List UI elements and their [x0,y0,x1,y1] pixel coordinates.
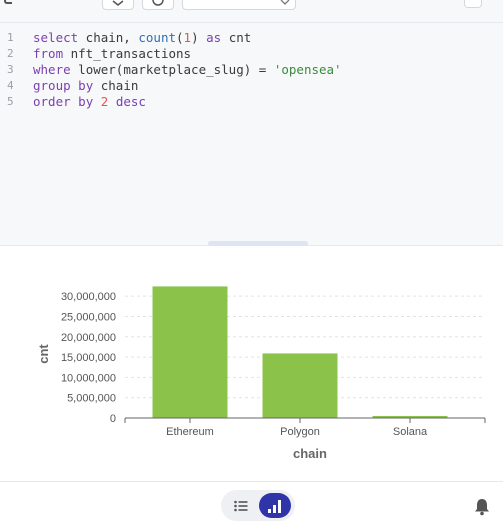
bar-polygon [262,353,338,418]
bar-ethereum [152,286,228,418]
toolbar-partial-icon [4,0,12,4]
view-toggle [221,490,295,521]
code-text: where lower(marketplace_slug) = 'opensea… [33,62,342,77]
chart-view-button[interactable] [259,493,291,518]
theme-button[interactable] [142,0,174,10]
bar-chart: 0 5,000,000 10,000,000 15,000,000 20,000,000… [36,286,486,461]
bottom-bar [0,481,503,521]
format-icon [112,0,124,6]
code-text: group by chain [33,78,139,93]
x-axis-title: chain [293,446,327,461]
code-text: select chain, count(1) as cnt [33,30,252,45]
expand-button[interactable] [464,0,482,8]
code-text: order by 2 desc [33,94,146,109]
line-number: 1 [7,31,14,44]
format-button[interactable] [102,0,134,10]
result-chart: 0 5,000,000 10,000,000 15,000,000 20,000,000… [0,246,503,481]
y-tick-label: 0 [110,413,116,425]
code-text: from nft_transactions [33,46,192,61]
y-axis-title: cnt [36,344,51,364]
y-tick-label: 30,000,000 [61,291,116,303]
y-tick-label: 10,000,000 [61,372,116,384]
line-number: 5 [7,95,14,108]
list-icon [234,500,248,512]
x-tick-label: Polygon [280,426,320,438]
bell-icon[interactable] [474,498,490,516]
sql-editor[interactable]: 1 select chain, count(1) as cnt 2 from nft_… [0,23,503,245]
toolbar-dropdown[interactable] [182,0,296,10]
y-tick-label: 25,000,000 [61,311,116,323]
x-tick-label: Ethereum [166,426,214,438]
x-tick-label: Solana [393,426,428,438]
chevron-down-icon [280,0,290,5]
y-tick-label: 15,000,000 [61,352,116,364]
theme-icon [152,0,164,6]
editor-toolbar [0,0,503,23]
y-tick-label: 20,000,000 [61,332,116,344]
line-number: 2 [7,47,14,60]
table-view-button[interactable] [225,494,257,518]
line-number: 4 [7,79,14,92]
line-number: 3 [7,63,14,76]
bar-chart-icon [268,499,281,513]
y-tick-label: 5,000,000 [67,393,116,405]
